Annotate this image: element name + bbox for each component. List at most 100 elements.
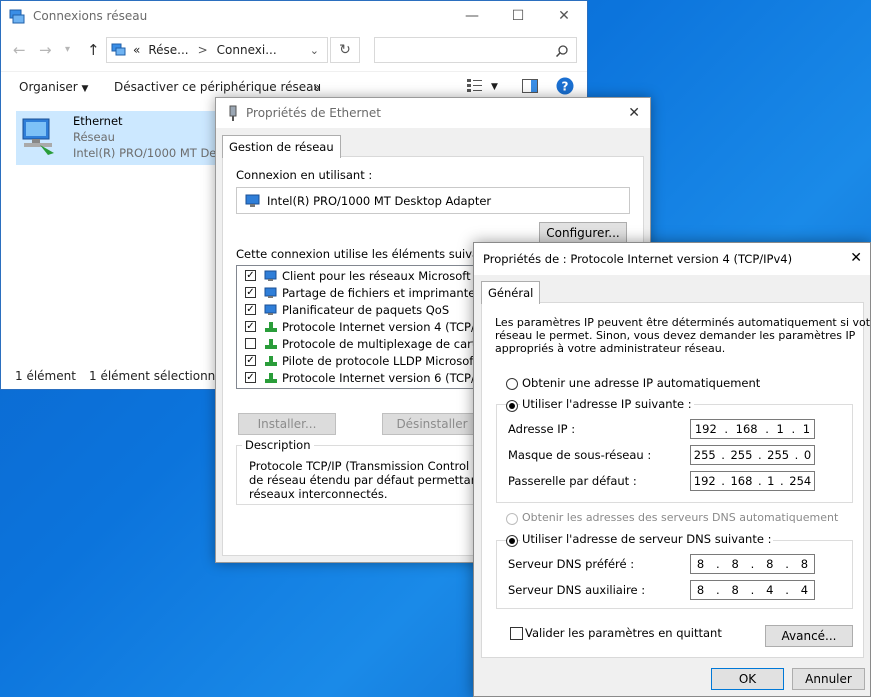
ipv4-tab-panel: Les paramètres IP peuvent être déterminé…	[481, 302, 871, 658]
organize-menu[interactable]: Organiser ▼	[19, 80, 88, 94]
address-dropdown-icon[interactable]: ⌄	[310, 44, 319, 57]
intro-line-2: réseau le permet. Sinon, vous devez dema…	[495, 329, 856, 342]
protocol-icon	[265, 321, 277, 332]
breadcrumb-prefix[interactable]: «	[133, 43, 140, 57]
intro-line-3: appropriés à votre administrateur réseau…	[495, 342, 726, 355]
validate-checkbox[interactable]	[510, 627, 523, 640]
help-icon[interactable]: ?	[556, 77, 574, 98]
eth-titlebar[interactable]: Propriétés de Ethernet ✕	[216, 98, 650, 128]
breadcrumb-separator: >	[197, 43, 208, 57]
advanced-button[interactable]: Avancé...	[765, 625, 853, 647]
auto-ip-radio[interactable]	[506, 378, 518, 390]
subnet-mask-field[interactable]: 255. 255. 255. 0	[690, 445, 815, 465]
intro-line-1: Les paramètres IP peuvent être déterminé…	[495, 316, 871, 329]
component-label: Client pour les réseaux Microsoft	[282, 268, 471, 283]
protocol-icon	[265, 355, 277, 366]
view-dropdown-icon[interactable]: ▼	[491, 82, 498, 92]
component-label: Planificateur de paquets QoS	[282, 302, 450, 317]
manual-dns-radio[interactable]	[506, 535, 518, 547]
adapter-name: Intel(R) PRO/1000 MT Desktop Adapter	[267, 193, 492, 208]
component-checkbox[interactable]: ✓	[245, 355, 256, 366]
status-item-count: 1 élément	[15, 369, 76, 383]
address-row: ← → ▾ ↑ « Rése... > Connexi... ⌄ ↻	[1, 31, 587, 71]
network-adapter-icon	[229, 105, 237, 121]
connect-using-label: Connexion en utilisant :	[236, 168, 373, 182]
ip-address-field[interactable]: 192. 168. 1. 1	[690, 419, 815, 439]
auto-dns-radio[interactable]	[506, 513, 518, 525]
description-label: Description	[242, 438, 314, 452]
ethernet-connection-item[interactable]: Ethernet Réseau Intel(R) PRO/1000 MT Des…	[16, 111, 241, 165]
uninstall-button[interactable]: Désinstaller	[382, 413, 482, 435]
component-item[interactable]: Protocole de multiplexage de carte résea…	[245, 335, 482, 352]
component-item[interactable]: ✓ Partage de fichiers et imprimantes Rése…	[245, 284, 482, 301]
up-arrow-icon[interactable]: ↑	[87, 41, 100, 59]
preferred-dns-field[interactable]: 8.8.8.8	[690, 554, 815, 574]
status-selected-count: 1 élément sélectionné	[89, 369, 223, 383]
component-label: Partage de fichiers et imprimantes Résea…	[282, 285, 482, 300]
gateway-label: Passerelle par défaut :	[508, 474, 637, 488]
preview-pane-icon[interactable]	[522, 79, 538, 96]
view-options-icon[interactable]	[467, 78, 483, 95]
chevron-down-icon[interactable]: ▾	[65, 44, 70, 55]
alternate-dns-field[interactable]: 8.8.4.4	[690, 580, 815, 600]
component-checkbox[interactable]: ✓	[245, 372, 256, 383]
component-label: Pilote de protocole LLDP Microsoft	[282, 353, 478, 368]
ipv4-titlebar[interactable]: Propriétés de : Protocole Internet versi…	[474, 243, 870, 275]
component-checkbox[interactable]: ✓	[245, 321, 256, 332]
configure-button[interactable]: Configurer...	[539, 222, 627, 244]
search-icon	[556, 45, 568, 57]
adapter-field: Intel(R) PRO/1000 MT Desktop Adapter	[236, 187, 630, 214]
address-bar[interactable]: « Rése... > Connexi... ⌄	[106, 37, 328, 63]
explorer-titlebar[interactable]: Connexions réseau — ☐ ✕	[1, 1, 587, 31]
alternate-dns-label: Serveur DNS auxiliaire :	[508, 583, 646, 597]
search-input[interactable]	[374, 37, 577, 63]
breadcrumb-part2[interactable]: Connexi...	[217, 43, 277, 57]
cancel-button[interactable]: Annuler	[792, 668, 865, 690]
component-checkbox[interactable]: ✓	[245, 287, 256, 298]
forward-arrow-icon[interactable]: →	[39, 41, 52, 59]
ipv4-properties-dialog: Propriétés de : Protocole Internet versi…	[473, 242, 871, 697]
component-label: Protocole de multiplexage de carte résea…	[282, 336, 482, 351]
more-commands-button[interactable]: »	[313, 80, 320, 94]
connection-network: Réseau	[73, 130, 115, 144]
tab-networking[interactable]: Gestion de réseau	[222, 135, 341, 158]
network-client-icon	[264, 287, 277, 298]
manual-ip-label[interactable]: Utiliser l'adresse IP suivante :	[520, 397, 694, 411]
install-button[interactable]: Installer...	[238, 413, 336, 435]
description-line-3: réseaux interconnectés.	[249, 487, 388, 501]
manual-dns-label[interactable]: Utiliser l'adresse de serveur DNS suivan…	[520, 532, 774, 546]
component-label: Protocole Internet version 4 (TCP/IPv4)	[282, 319, 482, 334]
minimize-button[interactable]: —	[449, 1, 495, 31]
network-folder-icon	[9, 9, 25, 24]
eth-title: Propriétés de Ethernet	[246, 106, 381, 120]
ok-button[interactable]: OK	[711, 668, 784, 690]
component-item[interactable]: ✓ Planificateur de paquets QoS	[245, 301, 449, 318]
network-icon	[111, 43, 126, 56]
component-item[interactable]: ✓ Client pour les réseaux Microsoft	[245, 267, 471, 284]
component-item[interactable]: ✓ Protocole Internet version 6 (TCP/IPv6)	[245, 369, 481, 386]
ethernet-adapter-icon	[22, 118, 54, 155]
refresh-icon: ↻	[339, 42, 351, 58]
gateway-field[interactable]: 192. 168. 1. 254	[690, 471, 815, 491]
manual-ip-radio[interactable]	[506, 400, 518, 412]
component-item[interactable]: ✓ Pilote de protocole LLDP Microsoft	[245, 352, 478, 369]
auto-dns-label[interactable]: Obtenir les adresses des serveurs DNS au…	[522, 511, 838, 524]
close-icon[interactable]: ✕	[628, 105, 640, 121]
component-checkbox[interactable]	[245, 338, 256, 349]
component-checkbox[interactable]: ✓	[245, 304, 256, 315]
close-icon[interactable]: ✕	[850, 250, 862, 266]
back-arrow-icon[interactable]: ←	[13, 41, 26, 59]
component-checkbox[interactable]: ✓	[245, 270, 256, 281]
component-item[interactable]: ✓ Protocole Internet version 4 (TCP/IPv4)	[245, 318, 482, 335]
breadcrumb-part1[interactable]: Rése...	[148, 43, 188, 57]
close-button[interactable]: ✕	[541, 1, 587, 31]
maximize-button[interactable]: ☐	[495, 1, 541, 31]
network-client-icon	[264, 270, 277, 281]
auto-ip-label[interactable]: Obtenir une adresse IP automatiquement	[522, 376, 760, 390]
refresh-button[interactable]: ↻	[330, 37, 360, 63]
disable-device-button[interactable]: Désactiver ce périphérique réseau	[114, 80, 321, 94]
validate-label[interactable]: Valider les paramètres en quittant	[525, 626, 722, 640]
adapter-icon	[245, 194, 260, 207]
subnet-mask-label: Masque de sous-réseau :	[508, 448, 652, 462]
tab-general[interactable]: Général	[481, 281, 541, 304]
